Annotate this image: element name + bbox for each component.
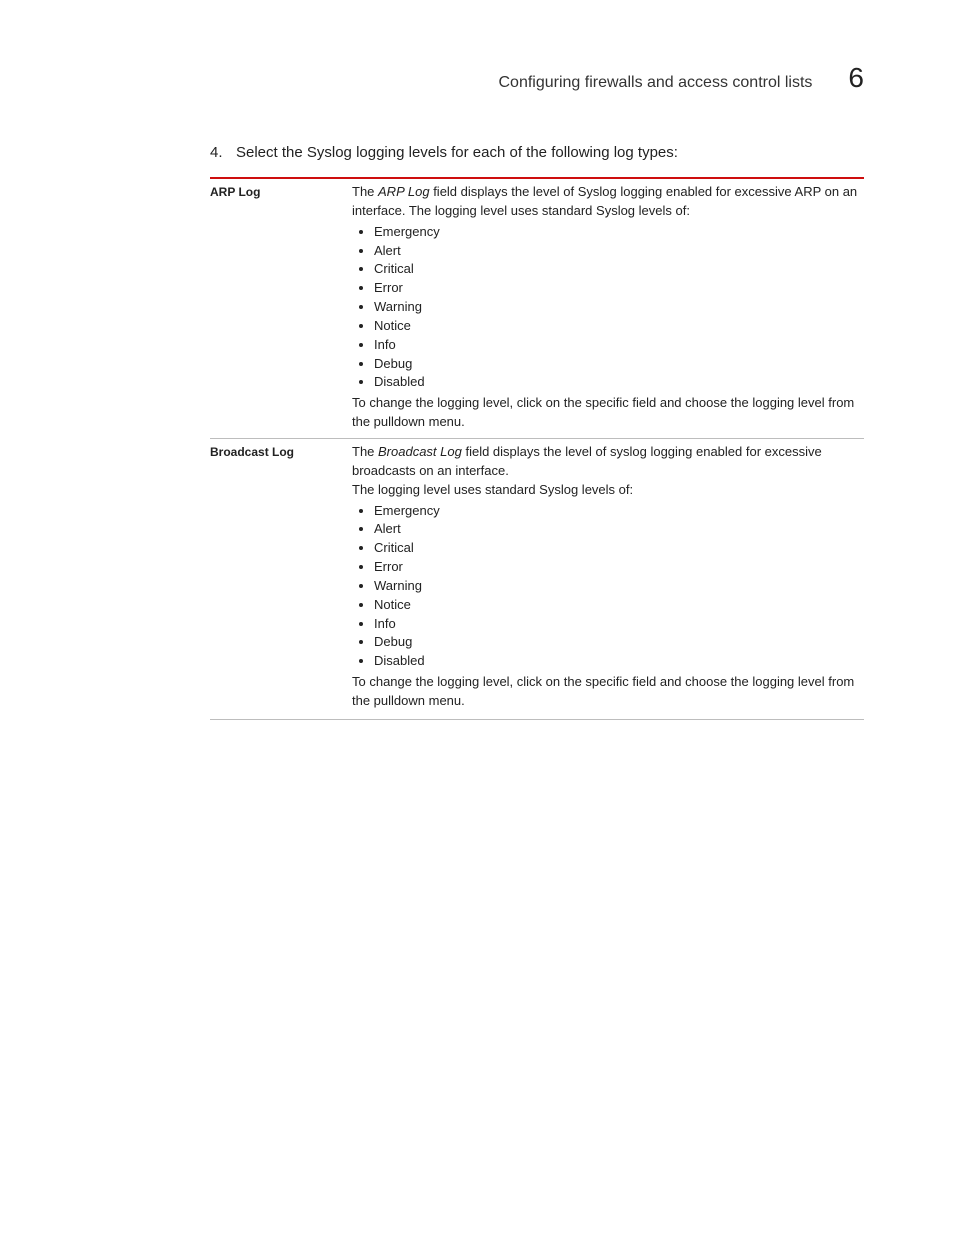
list-item: Debug <box>374 633 864 652</box>
list-item: Warning <box>374 298 864 317</box>
row-label: ARP Log <box>210 183 352 432</box>
list-item: Error <box>374 279 864 298</box>
row-outro: To change the logging level, click on th… <box>352 673 864 711</box>
table-row: ARP Log The ARP Log field displays the l… <box>210 179 864 438</box>
list-item: Disabled <box>374 373 864 392</box>
list-item: Info <box>374 615 864 634</box>
levels-list: Emergency Alert Critical Error Warning N… <box>352 502 864 672</box>
list-item: Emergency <box>374 502 864 521</box>
step-number: 4. <box>210 144 236 161</box>
row-label: Broadcast Log <box>210 443 352 711</box>
row-extra-line: The logging level uses standard Syslog l… <box>352 481 864 500</box>
step-line: 4.Select the Syslog logging levels for e… <box>210 144 864 161</box>
list-item: Emergency <box>374 223 864 242</box>
step-text: Select the Syslog logging levels for eac… <box>236 144 678 161</box>
list-item: Notice <box>374 317 864 336</box>
list-item: Critical <box>374 539 864 558</box>
table-bottom-rule <box>210 719 864 720</box>
list-item: Debug <box>374 355 864 374</box>
list-item: Disabled <box>374 652 864 671</box>
levels-list: Emergency Alert Critical Error Warning N… <box>352 223 864 393</box>
page-header: Configuring firewalls and access control… <box>210 62 864 94</box>
table-row: Broadcast Log The Broadcast Log field di… <box>210 438 864 717</box>
list-item: Error <box>374 558 864 577</box>
list-item: Alert <box>374 520 864 539</box>
field-name: Broadcast Log <box>378 444 462 459</box>
list-item: Notice <box>374 596 864 615</box>
list-item: Warning <box>374 577 864 596</box>
row-outro: To change the logging level, click on th… <box>352 394 864 432</box>
list-item: Alert <box>374 242 864 261</box>
log-types-table: ARP Log The ARP Log field displays the l… <box>210 177 864 720</box>
field-name: ARP Log <box>378 184 430 199</box>
header-title: Configuring firewalls and access control… <box>499 74 813 92</box>
row-intro: The Broadcast Log field displays the lev… <box>352 443 864 481</box>
list-item: Critical <box>374 260 864 279</box>
row-intro: The ARP Log field displays the level of … <box>352 183 864 221</box>
row-description: The Broadcast Log field displays the lev… <box>352 443 864 711</box>
chapter-number: 6 <box>848 62 864 94</box>
row-description: The ARP Log field displays the level of … <box>352 183 864 432</box>
list-item: Info <box>374 336 864 355</box>
